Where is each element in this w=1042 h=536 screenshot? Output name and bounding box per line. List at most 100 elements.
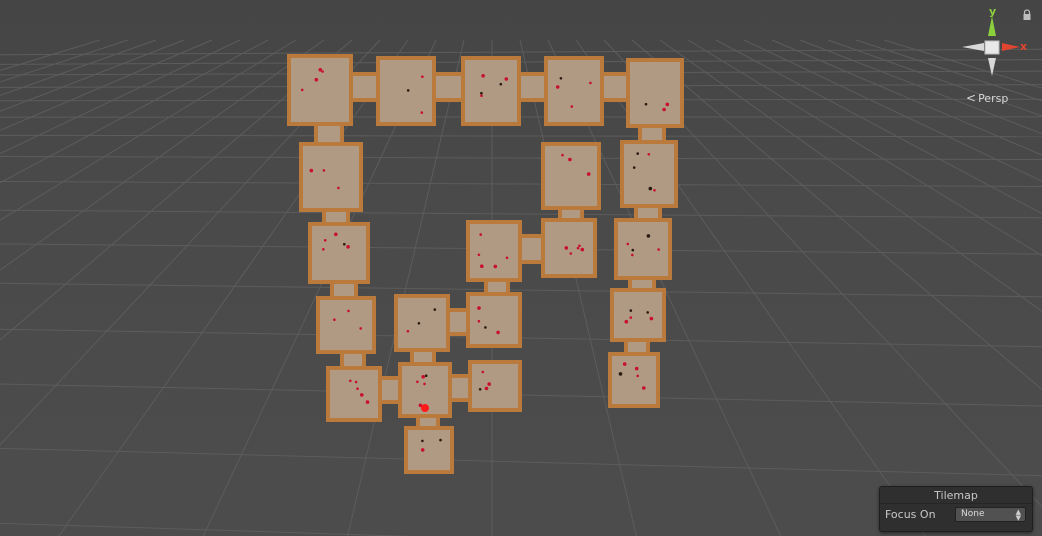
- lock-icon[interactable]: [1022, 9, 1032, 21]
- room-marker: [653, 189, 656, 192]
- room-marker: [586, 172, 591, 176]
- room-marker: [496, 330, 500, 335]
- tilemap-overlay-title: Tilemap: [880, 489, 1032, 504]
- room: [630, 62, 680, 124]
- room-marker: [634, 366, 639, 371]
- neg-y-axis-cone[interactable]: [988, 58, 996, 76]
- room-marker: [636, 152, 639, 155]
- room-marker: [559, 77, 563, 80]
- room-marker: [629, 316, 633, 319]
- room-marker: [481, 74, 485, 78]
- neg-x-axis-cone[interactable]: [962, 43, 984, 51]
- corridor: [349, 76, 380, 98]
- x-axis-cone[interactable]: [1002, 43, 1020, 51]
- projection-toggle[interactable]: < Persp: [966, 91, 1008, 105]
- room-marker: [360, 393, 364, 397]
- room: [612, 356, 656, 404]
- room-marker: [479, 233, 483, 236]
- room: [472, 364, 518, 408]
- room-marker: [480, 94, 483, 97]
- room-marker: [569, 252, 573, 255]
- corridor: [432, 76, 465, 98]
- room-marker: [433, 308, 437, 311]
- room: [312, 226, 366, 280]
- room-marker: [343, 242, 346, 246]
- room-marker: [439, 438, 442, 442]
- room: [545, 146, 597, 206]
- room-marker: [480, 91, 483, 95]
- room-marker: [622, 362, 627, 366]
- room-marker: [309, 168, 314, 173]
- room-marker: [322, 169, 326, 172]
- room-marker: [561, 153, 564, 157]
- room: [618, 222, 668, 276]
- scene-view[interactable]: y x < Persp Tilemap Focus On None ▲ ▼: [0, 0, 1042, 536]
- room-marker: [323, 239, 327, 242]
- y-axis-cone[interactable]: [988, 16, 996, 36]
- focus-on-label: Focus On: [885, 508, 936, 521]
- room-marker: [423, 382, 426, 386]
- room: [470, 296, 518, 344]
- room-marker: [484, 386, 489, 391]
- player-marker: [421, 404, 429, 412]
- room-marker: [318, 68, 323, 72]
- room-marker: [421, 439, 424, 443]
- focus-on-dropdown[interactable]: None ▲ ▼: [955, 507, 1026, 522]
- room-marker: [478, 388, 482, 391]
- room-marker: [314, 77, 319, 82]
- corridor: [600, 76, 630, 98]
- room-marker: [499, 82, 503, 86]
- room: [398, 298, 446, 348]
- rooms: [287, 54, 684, 474]
- gizmo-center-cube[interactable]: [984, 40, 1000, 55]
- room-marker: [333, 318, 336, 322]
- room-marker: [646, 311, 649, 314]
- corridor: [517, 76, 548, 98]
- room-marker: [420, 111, 424, 114]
- room-marker: [477, 319, 481, 323]
- room-marker: [484, 326, 487, 329]
- room-marker: [487, 382, 492, 386]
- room: [320, 300, 372, 350]
- room-marker: [424, 374, 428, 378]
- projection-label: Persp: [978, 91, 1009, 105]
- room-marker: [629, 309, 633, 312]
- room-marker: [632, 166, 636, 169]
- room-marker: [365, 400, 370, 404]
- room-marker: [646, 234, 651, 238]
- room-marker: [570, 105, 574, 108]
- room-marker: [662, 107, 666, 112]
- dungeon-tilemap[interactable]: [0, 0, 1042, 536]
- room-marker: [657, 248, 660, 251]
- room-marker: [356, 387, 359, 391]
- focus-on-value: None: [961, 509, 985, 519]
- room-marker: [631, 253, 634, 257]
- room-marker: [644, 102, 648, 106]
- room-marker: [665, 102, 670, 107]
- room-marker: [337, 186, 340, 190]
- room-marker: [504, 77, 509, 81]
- room-marker: [564, 246, 569, 250]
- room-marker: [631, 248, 635, 252]
- room-marker: [568, 157, 572, 162]
- room: [545, 222, 593, 274]
- room-marker: [417, 322, 421, 325]
- room-marker: [300, 88, 304, 92]
- room: [624, 144, 674, 204]
- room-marker: [636, 374, 639, 378]
- room: [380, 60, 432, 122]
- room-marker: [406, 89, 410, 92]
- room-marker: [347, 309, 350, 313]
- room-marker: [648, 186, 653, 191]
- room-marker: [493, 264, 498, 269]
- room-marker: [322, 248, 325, 251]
- up-down-arrows-icon: ▲ ▼: [1015, 508, 1021, 522]
- room-marker: [578, 244, 581, 248]
- room-marker: [349, 379, 352, 383]
- corridor: [518, 238, 545, 260]
- room-marker: [626, 242, 630, 246]
- room-marker: [618, 372, 623, 376]
- room-marker: [505, 256, 509, 260]
- room-marker: [421, 375, 426, 379]
- room: [548, 60, 600, 122]
